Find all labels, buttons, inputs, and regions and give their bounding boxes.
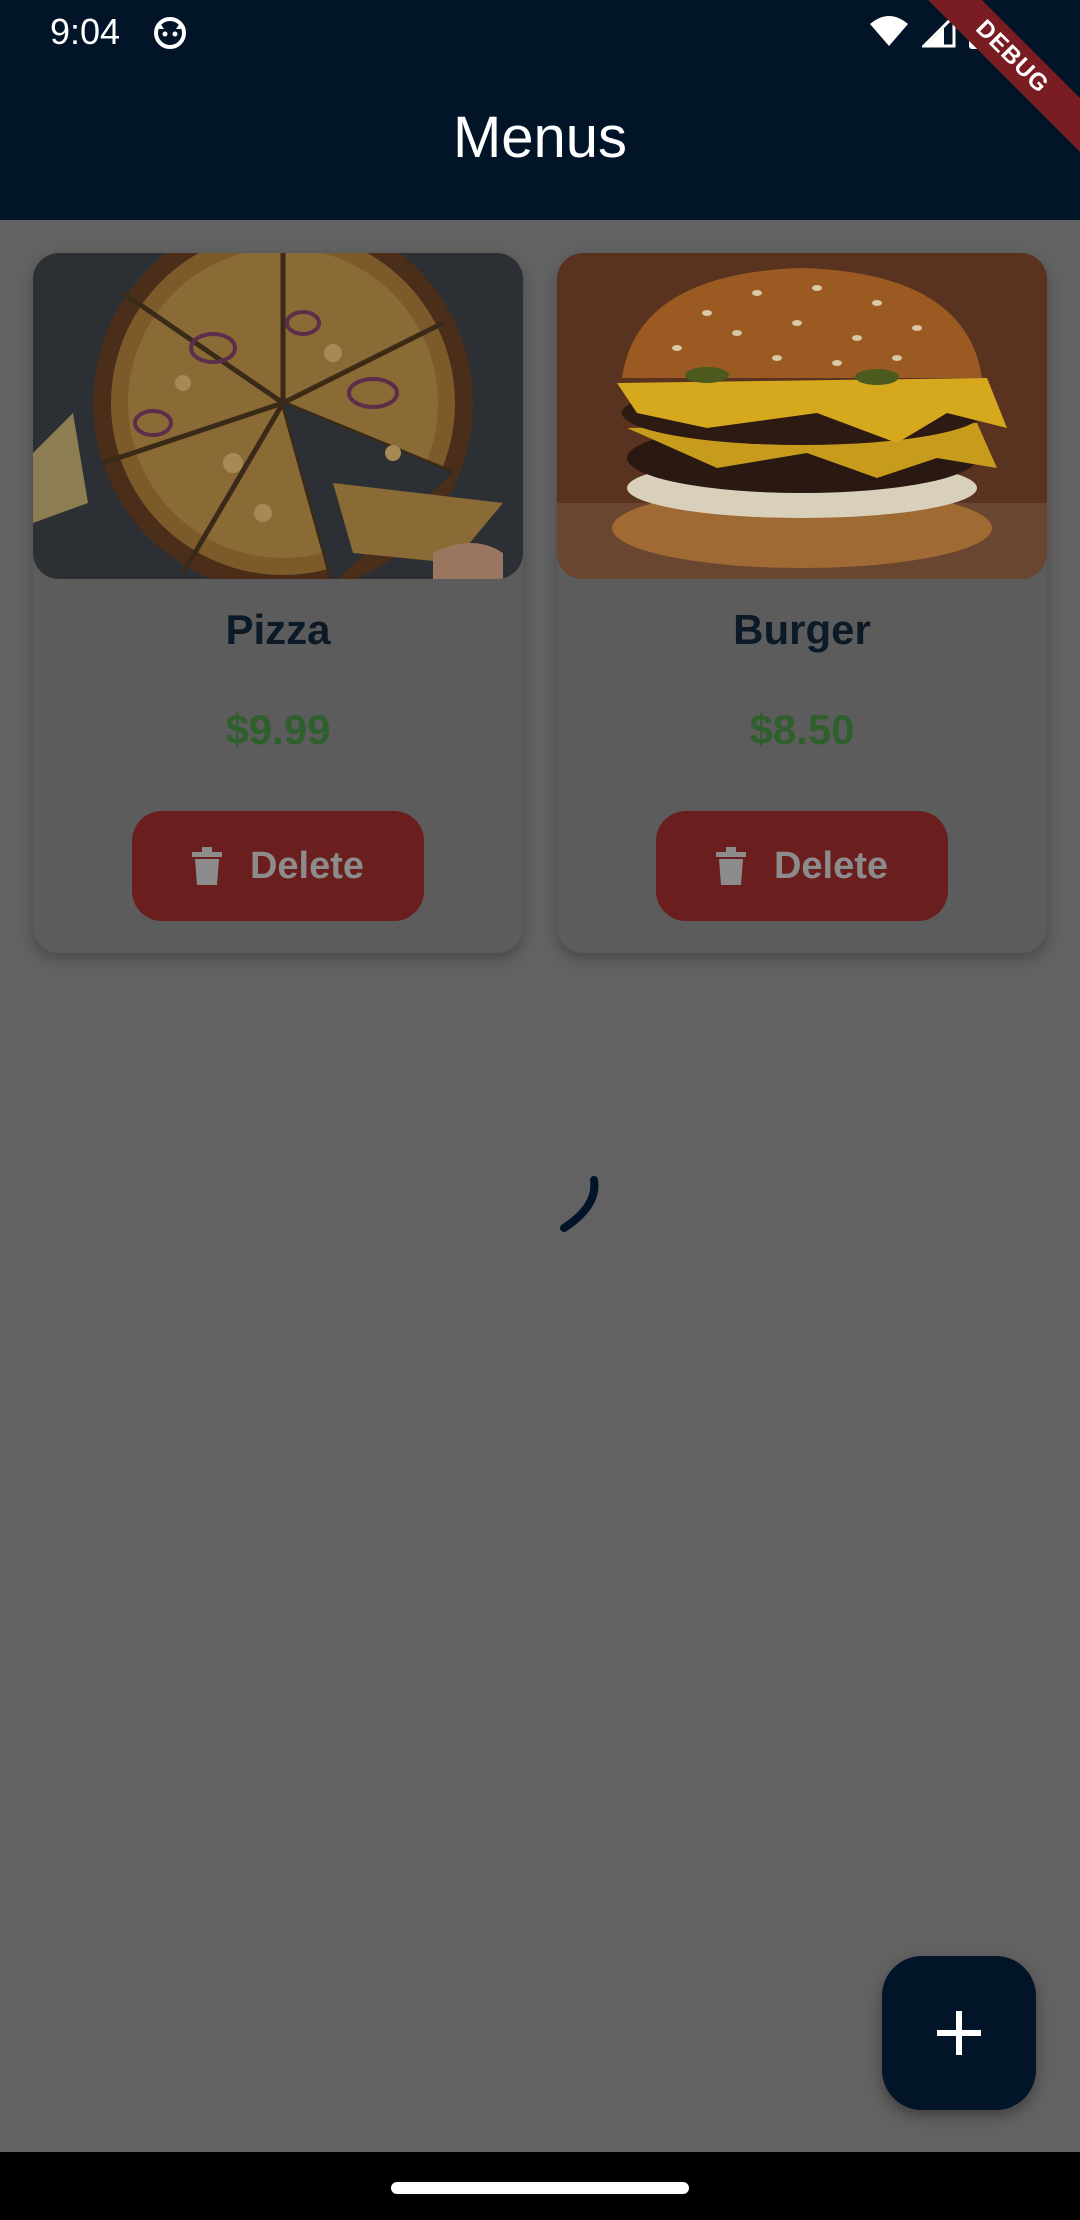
menu-item-name: Burger: [733, 606, 871, 653]
status-bar: 9:04: [0, 0, 1080, 66]
menu-item-price: $8.50: [749, 706, 855, 753]
system-nav-bar: [0, 2152, 1080, 2220]
add-menu-button[interactable]: [882, 1956, 1036, 2110]
cat-icon: [154, 17, 186, 49]
menu-item-name: Pizza: [225, 606, 331, 653]
loading-spinner: [560, 1176, 599, 1232]
status-time: 9:04: [50, 11, 121, 52]
menu-card-pizza[interactable]: Pizza $9.99 Delete: [33, 253, 523, 953]
page-title: Menus: [452, 105, 628, 170]
home-gesture-handle[interactable]: [391, 2182, 689, 2194]
delete-button[interactable]: Delete: [132, 811, 424, 921]
wifi-icon: [870, 16, 909, 46]
plus-icon: [937, 2011, 981, 2055]
trash-icon: [191, 847, 222, 885]
menu-item-price: $9.99: [225, 706, 331, 753]
delete-button-label: Delete: [773, 844, 889, 887]
trash-icon: [715, 847, 746, 885]
delete-button[interactable]: Delete: [656, 811, 948, 921]
menu-card-burger[interactable]: Burger $8.50 Delete: [557, 253, 1047, 953]
burger-photo: [557, 253, 1047, 579]
delete-button-label: Delete: [249, 844, 365, 887]
pizza-photo: [33, 253, 523, 579]
app-bar: Menus: [0, 66, 1080, 220]
